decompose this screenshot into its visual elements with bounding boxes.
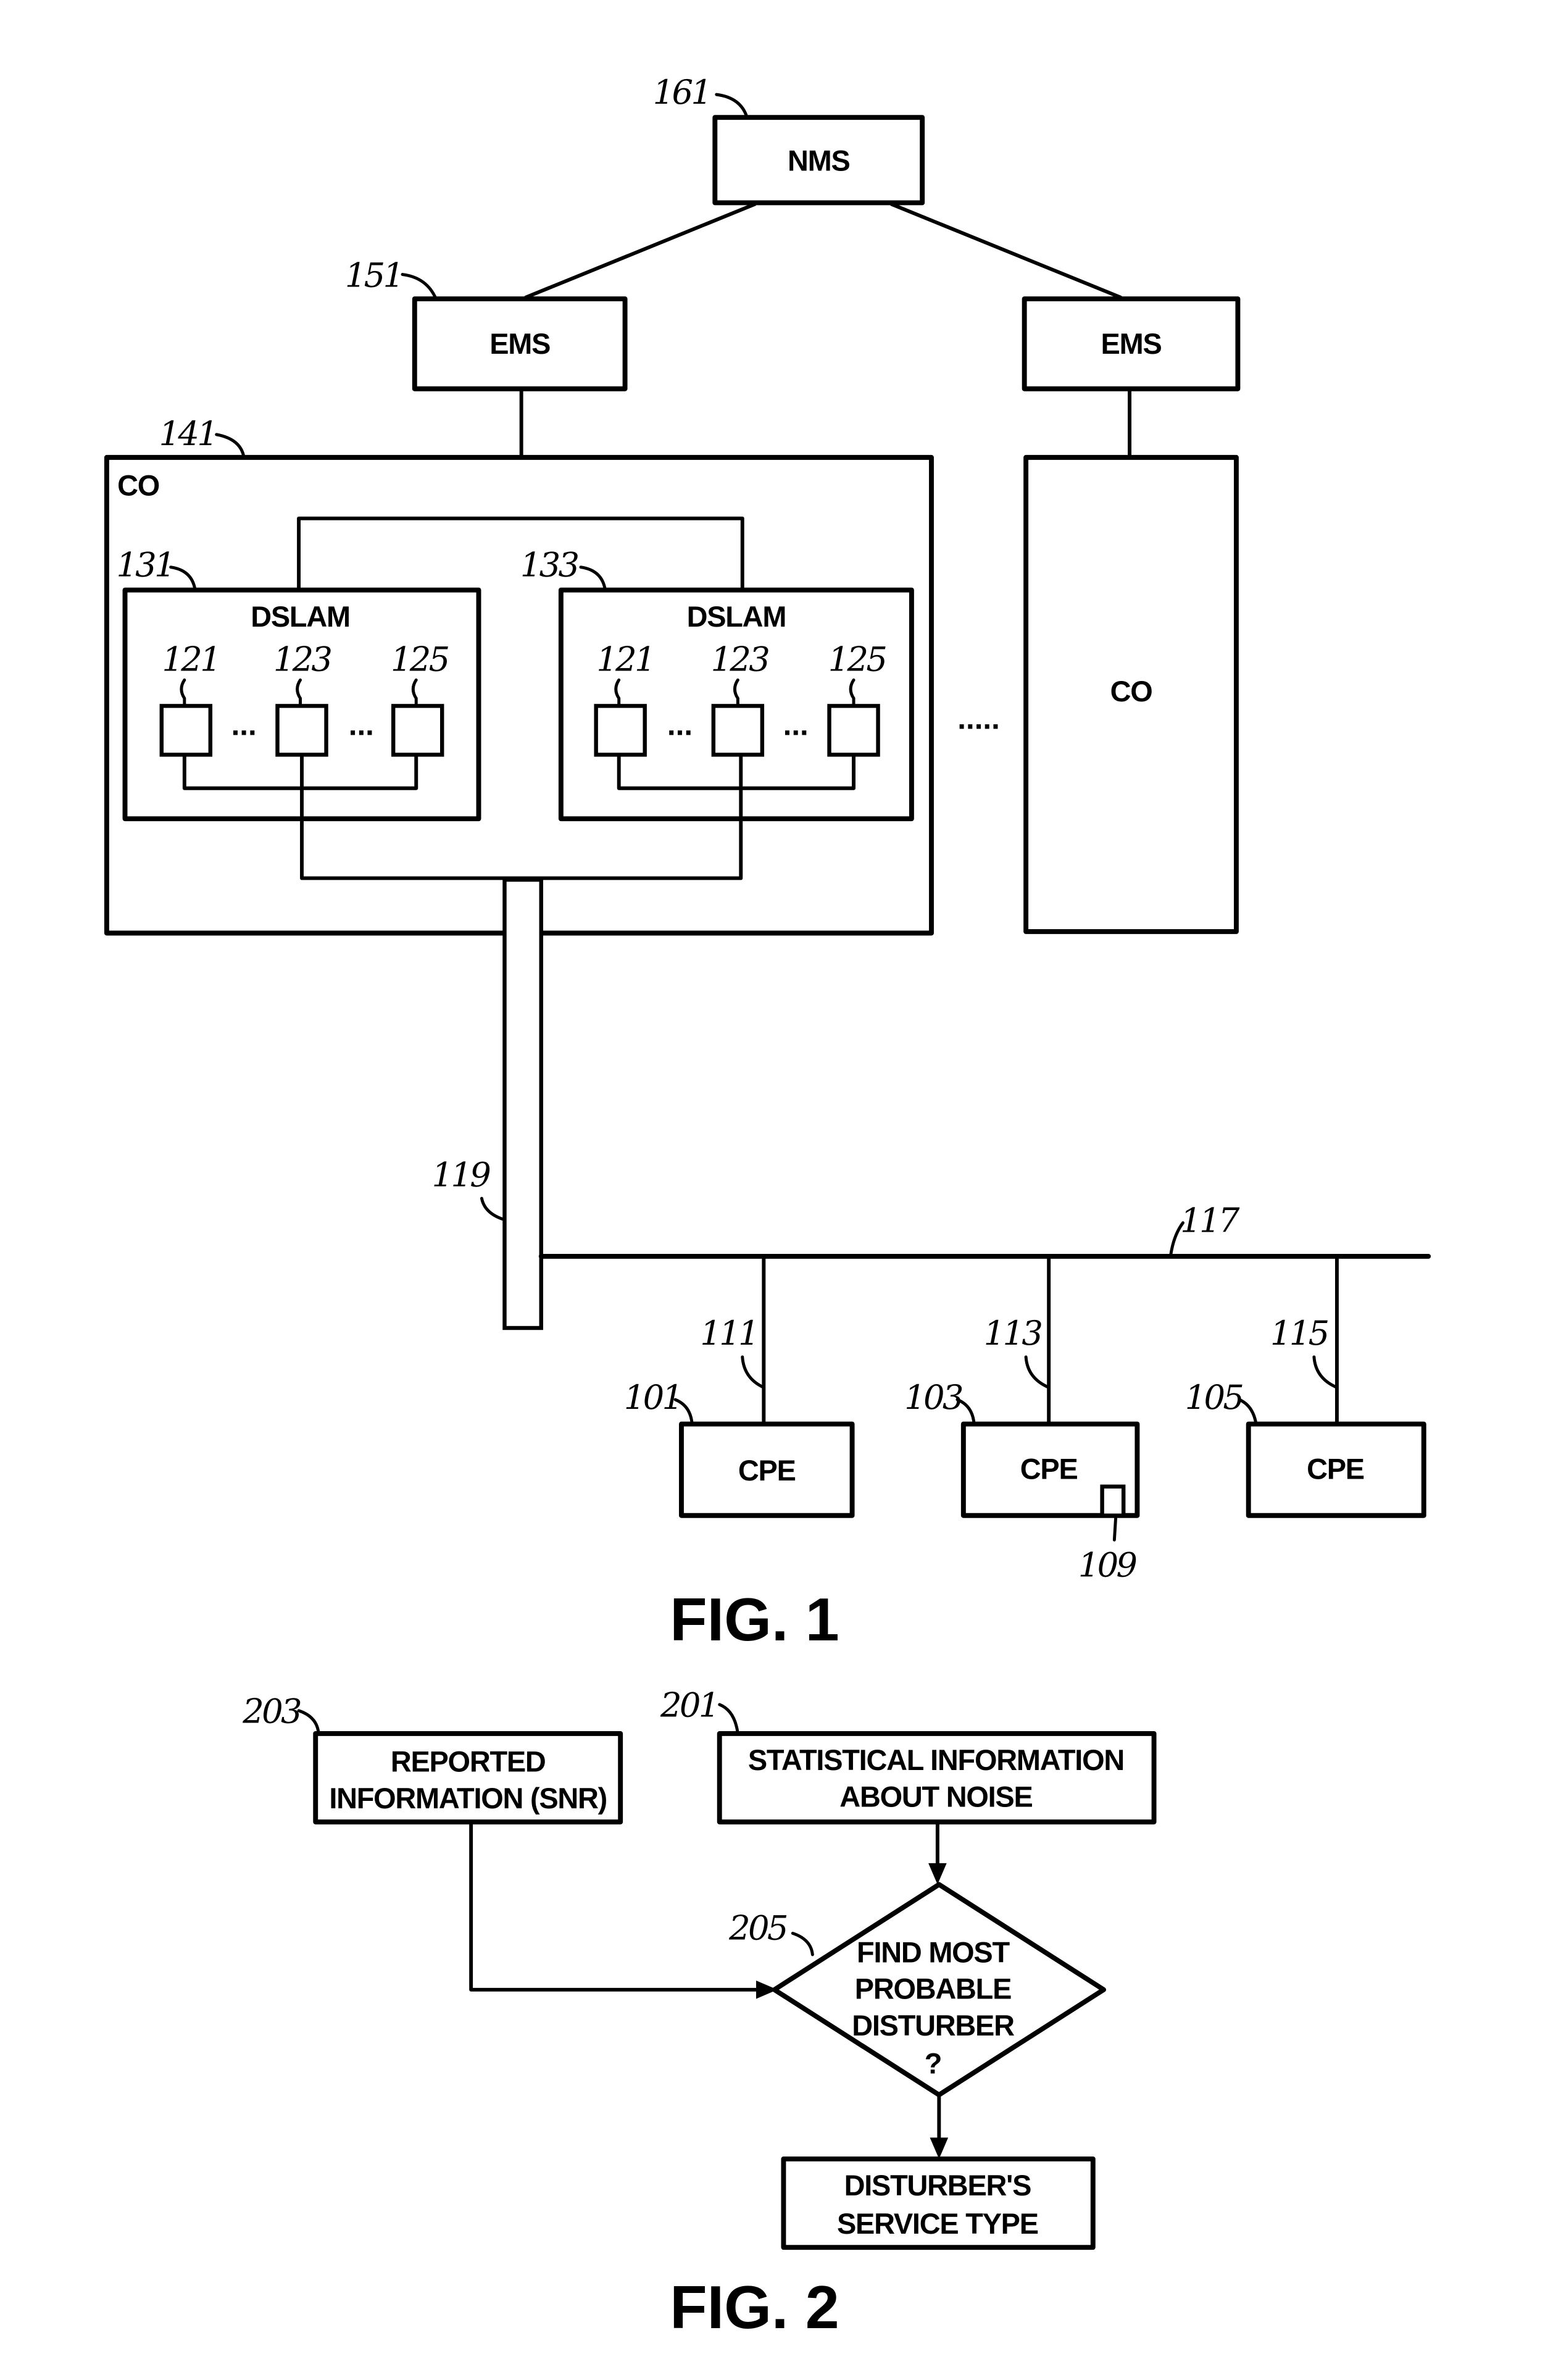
decision-leader-line xyxy=(791,1931,814,1956)
ems-left-label: EMS xyxy=(489,328,550,360)
co-separator-ellipsis: ..... xyxy=(957,701,1000,735)
line-card-port xyxy=(827,704,880,757)
service-type-line: SERVICE TYPE xyxy=(837,2208,1038,2240)
fig1-caption: FIG. 1 xyxy=(670,1585,839,1653)
patent-drawing-sheet: NMS 161 EMS 151 EMS CO 141 DSLAM 131 121… xyxy=(104,73,1431,2341)
statistical-information-line: STATISTICAL INFORMATION xyxy=(748,1744,1124,1776)
drop-103: 113 CPE 103 109 xyxy=(904,1254,1140,1585)
arrow-reported-to-decision xyxy=(469,1820,764,1992)
fig2-caption: FIG. 2 xyxy=(670,2273,839,2341)
co-right-label: CO xyxy=(1110,675,1152,708)
reported-information-block: REPORTED INFORMATION (SNR) 203 xyxy=(242,1692,623,1825)
arrowhead-icon xyxy=(928,1863,947,1885)
dslam-right-ref-numeral: 133 xyxy=(520,545,578,584)
reported-information-line: INFORMATION (SNR) xyxy=(329,1782,607,1814)
nms-to-ems-right-link xyxy=(889,202,1123,299)
module-leader-line xyxy=(1112,1514,1118,1542)
reported-ref-numeral: 203 xyxy=(242,1692,301,1731)
cpe-label: CPE xyxy=(1020,1453,1078,1485)
decision-block: FIND MOST PROBABLE DISTURBER ? 205 xyxy=(728,1882,1107,2098)
binder-cable: 119 xyxy=(432,877,543,1330)
drop-101: 111 CPE 101 xyxy=(624,1254,855,1518)
cpe-label: CPE xyxy=(1307,1453,1364,1485)
decision-line: PROBABLE xyxy=(855,1973,1011,2005)
binder-leader-line xyxy=(480,1196,506,1222)
line-card-port xyxy=(275,704,328,757)
ports-ellipsis: ... xyxy=(783,708,809,741)
cpe-ref-numeral: 103 xyxy=(904,1378,962,1417)
co-main-ref-numeral: 141 xyxy=(159,414,216,453)
line-ref-numeral: 111 xyxy=(700,1314,757,1353)
module-ref-numeral: 109 xyxy=(1078,1546,1137,1585)
line-ref-numeral: 113 xyxy=(984,1314,1042,1353)
reported-leader-line xyxy=(297,1709,320,1735)
decision-line: ? xyxy=(925,2048,941,2080)
statistical-information-block: STATISTICAL INFORMATION ABOUT NOISE 201 xyxy=(660,1686,1157,1825)
nms-label: NMS xyxy=(788,145,850,177)
service-type-line: DISTURBER'S xyxy=(844,2169,1031,2202)
dslam-left-label: DSLAM xyxy=(251,601,350,633)
line-card-port xyxy=(391,704,444,757)
line-card-port xyxy=(159,704,213,757)
binder-cable-body xyxy=(502,877,543,1330)
statistical-ref-numeral: 201 xyxy=(660,1686,718,1725)
nms-to-ems-left-link xyxy=(524,202,757,299)
line-ref-numeral: 115 xyxy=(1270,1314,1328,1353)
statistical-information-line: ABOUT NOISE xyxy=(839,1781,1032,1813)
bus-ref-numeral: 117 xyxy=(1180,1201,1240,1240)
ems-right-block: EMS xyxy=(1022,296,1241,391)
decision-ref-numeral: 205 xyxy=(728,1908,787,1947)
binder-ref-numeral: 119 xyxy=(432,1155,491,1194)
line-card-port xyxy=(594,704,647,757)
line-card-port xyxy=(711,704,765,757)
ems-left-ref-numeral: 151 xyxy=(345,256,402,294)
cpe-label: CPE xyxy=(738,1455,796,1487)
ems-right-label: EMS xyxy=(1101,328,1162,360)
service-type-block: DISTURBER'S SERVICE TYPE xyxy=(781,2156,1096,2250)
ports-ellipsis: ... xyxy=(349,708,374,741)
cpe-ref-numeral: 105 xyxy=(1185,1378,1243,1417)
fig2-flowchart: REPORTED INFORMATION (SNR) 203 STATISTIC… xyxy=(242,1686,1157,2341)
co-main-label: CO xyxy=(117,470,159,502)
reported-information-line: REPORTED xyxy=(391,1746,546,1778)
ports-ellipsis: ... xyxy=(231,708,257,741)
co-right-block: CO xyxy=(1023,454,1239,934)
arrowhead-icon xyxy=(930,2137,949,2159)
drop-105: 115 CPE 105 xyxy=(1185,1254,1426,1518)
nms-ref-numeral: 161 xyxy=(653,73,710,112)
dslam-left-port-ref-numeral: 121 xyxy=(162,640,219,679)
dslam-right-label: DSLAM xyxy=(687,601,786,633)
line-leader-line xyxy=(1312,1355,1339,1389)
cpe-ref-numeral: 101 xyxy=(624,1378,681,1417)
nms-leader-line xyxy=(715,93,749,119)
dslam-right-port-ref-numeral: 121 xyxy=(596,640,654,679)
dslam-left-port-ref-numeral: 123 xyxy=(273,640,331,679)
statistical-leader-line xyxy=(718,1703,739,1735)
dslam-right-port-ref-numeral: 123 xyxy=(711,640,769,679)
line-leader-line xyxy=(741,1355,765,1389)
nms-block: NMS 161 xyxy=(653,73,925,206)
dslam-left-port-ref-numeral: 125 xyxy=(391,640,449,679)
fig1-network-diagram: NMS 161 EMS 151 EMS CO 141 DSLAM 131 121… xyxy=(104,73,1431,1653)
ports-ellipsis: ... xyxy=(667,708,693,741)
decision-line: DISTURBER xyxy=(852,2010,1014,2042)
co-main-leader-line xyxy=(215,433,246,459)
dslam-right-port-ref-numeral: 125 xyxy=(828,640,886,679)
dslam-left-ref-numeral: 131 xyxy=(116,545,173,584)
cpe-module-109 xyxy=(1100,1484,1126,1518)
ems-left-leader-line xyxy=(401,273,438,301)
line-leader-line xyxy=(1024,1355,1051,1389)
decision-line: FIND MOST xyxy=(857,1936,1010,1968)
distribution-bus: 117 xyxy=(538,1201,1431,1259)
